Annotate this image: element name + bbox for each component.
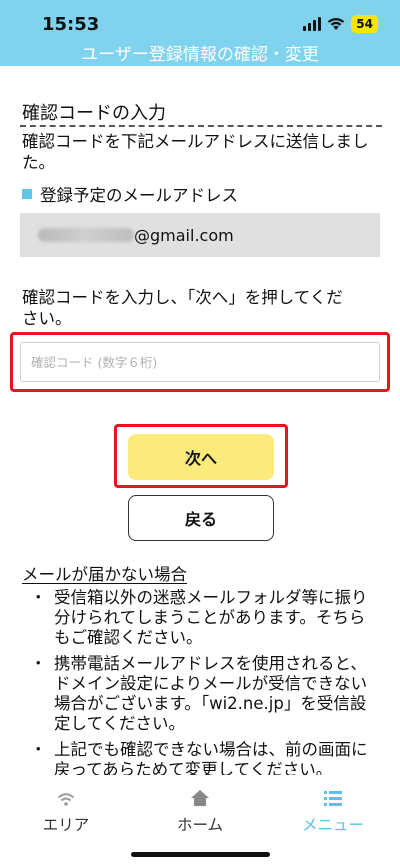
status-icons: 54 <box>303 15 378 33</box>
section-divider <box>20 125 382 127</box>
section-title: 確認コードの入力 <box>22 103 166 124</box>
next-button[interactable]: 次へ <box>128 434 274 480</box>
square-marker-icon <box>22 189 32 199</box>
menu-list-icon <box>324 791 342 806</box>
wifi-area-icon <box>57 793 75 806</box>
note-item: 携帯電話メールアドレスを使用されると、ドメイン設定によりメールが受信できない場合… <box>30 654 380 734</box>
status-time: 15:53 <box>42 14 100 35</box>
header-bar: 15:53 54 ユーザー登録情報の確認・変更 <box>0 0 400 66</box>
tab-area[interactable]: エリア <box>11 787 121 835</box>
home-icon <box>191 790 209 806</box>
notes-list: 受信箱以外の迷惑メールフォルダ等に振り分けられてしまうことがあります。そちらもご… <box>30 588 380 786</box>
email-label-row: 登録予定のメールアドレス <box>22 182 238 206</box>
note-item: 上記でも確認できない場合は、前の画面に戻ってあらためて変更してください。 <box>30 740 380 780</box>
email-domain: @gmail.com <box>134 225 234 245</box>
battery-indicator: 54 <box>351 15 378 33</box>
verification-code-input[interactable] <box>20 342 380 382</box>
page-title: ユーザー登録情報の確認・変更 <box>81 45 319 65</box>
tab-area-label: エリア <box>42 816 90 834</box>
tab-home-label: ホーム <box>176 816 224 834</box>
home-indicator <box>131 852 270 857</box>
tab-menu[interactable]: メニュー <box>278 787 388 835</box>
email-local-part-masked <box>38 228 134 242</box>
tab-menu-label: メニュー <box>301 816 364 834</box>
cellular-signal-icon <box>303 17 322 31</box>
tab-home[interactable]: ホーム <box>145 787 255 835</box>
notes-title: メールが届かない場合 <box>22 565 187 584</box>
note-item: 受信箱以外の迷惑メールフォルダ等に振り分けられてしまうことがあります。そちらもご… <box>30 588 380 648</box>
email-display: @gmail.com <box>20 213 380 257</box>
section-description: 確認コードを下記メールアドレスに送信しました。 <box>22 132 369 172</box>
email-label: 登録予定のメールアドレス <box>40 186 238 205</box>
code-instruction: 確認コードを入力し、「次へ」を押してください。 <box>22 288 343 328</box>
wifi-icon <box>328 18 345 30</box>
back-button[interactable]: 戻る <box>128 495 274 541</box>
